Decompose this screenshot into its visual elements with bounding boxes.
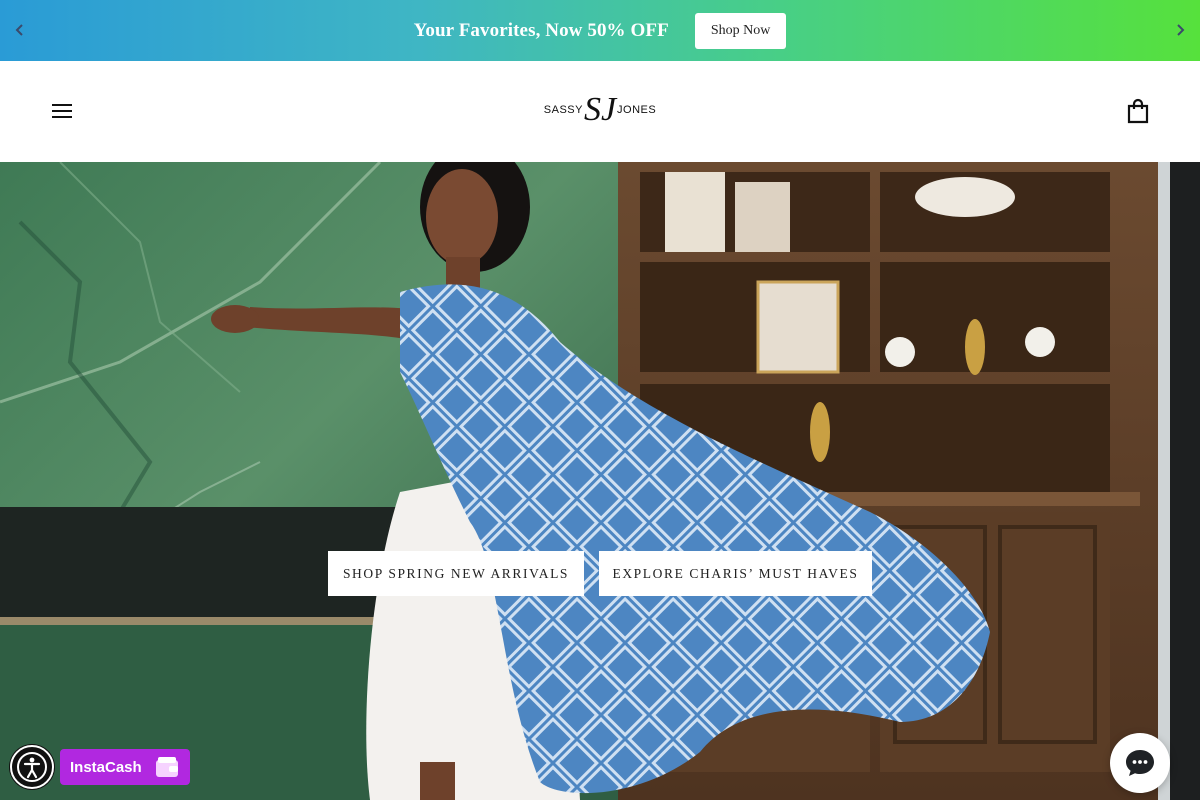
chevron-right-icon [1177, 24, 1185, 36]
wallet-icon [156, 757, 178, 777]
hero-image [0, 162, 1200, 800]
shopping-bag-icon [1127, 98, 1149, 124]
announcement-prev-button[interactable] [10, 20, 30, 40]
chat-bubble-icon [1126, 750, 1154, 776]
announcement-message: Your Favorites, Now 50% OFF [413, 19, 669, 41]
menu-button[interactable] [50, 101, 74, 121]
instacash-button[interactable]: InstaCash [60, 749, 190, 785]
announcement-next-button[interactable] [1170, 20, 1190, 40]
logo-right-word: JONES [617, 104, 657, 116]
instacash-label: InstaCash [70, 758, 142, 776]
site-header: SASSY SJ JONES [0, 61, 1200, 162]
site-logo[interactable]: SASSY SJ JONES [540, 85, 660, 135]
chevron-left-icon [15, 24, 23, 36]
shop-spring-new-arrivals-button[interactable]: SHOP SPRING NEW ARRIVALS [328, 551, 584, 596]
explore-charis-must-haves-button[interactable]: EXPLORE CHARIS’ MUST HAVES [599, 551, 872, 596]
accessibility-icon [17, 752, 47, 782]
accessibility-button[interactable] [10, 745, 54, 789]
announcement-bar: Your Favorites, Now 50% OFF Shop Now [0, 0, 1200, 61]
logo-monogram: SJ [583, 91, 617, 128]
chat-button[interactable] [1110, 733, 1170, 793]
logo-left-word: SASSY [543, 104, 583, 116]
hero-banner: SHOP SPRING NEW ARRIVALS EXPLORE CHARIS’… [0, 162, 1200, 800]
cart-button[interactable] [1124, 97, 1152, 125]
shop-now-button[interactable]: Shop Now [694, 12, 787, 49]
